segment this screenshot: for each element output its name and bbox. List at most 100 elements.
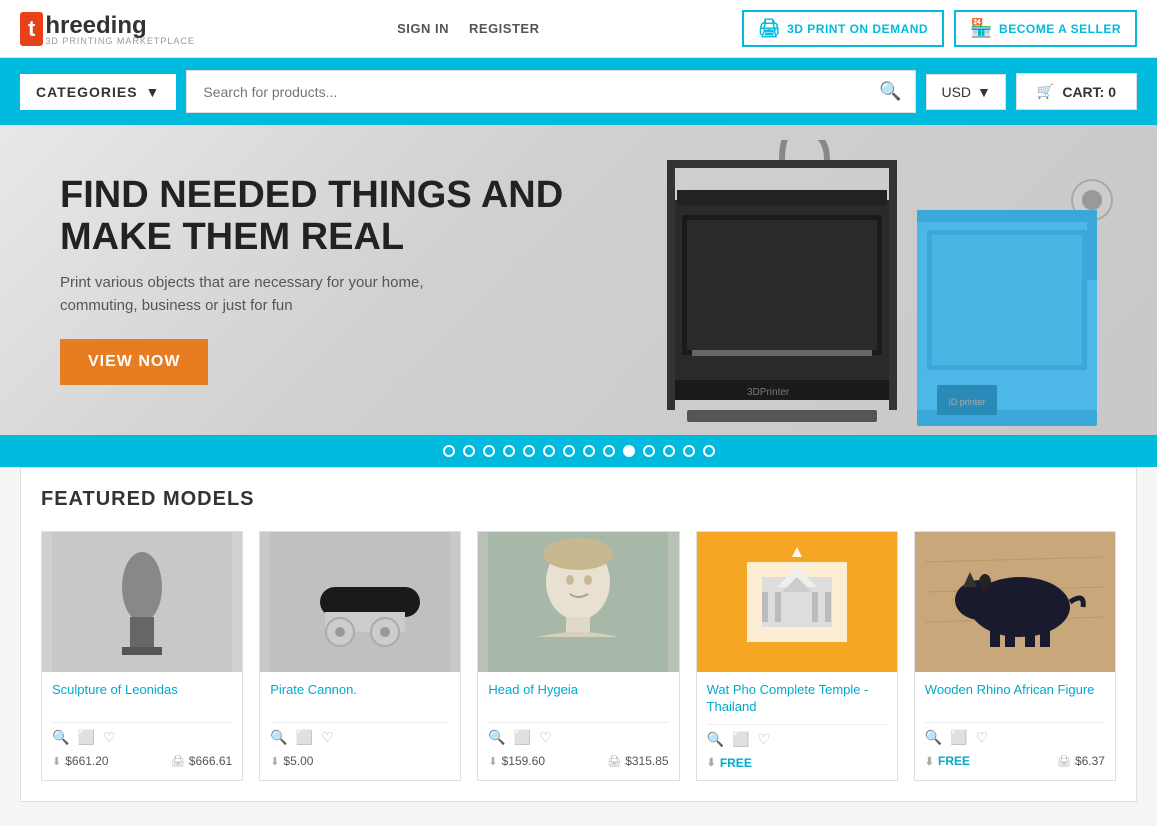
cart-button[interactable]: 🛒 CART: 0 [1016, 73, 1137, 110]
carousel-dot-6[interactable] [563, 445, 575, 457]
carousel-dot-10[interactable] [643, 445, 655, 457]
model-card-hygeia: Head of Hygeia 🔍 ⬜ ♡ ⬇ $159.60 🖨 $315.85 [477, 531, 679, 781]
search-button[interactable]: 🔍 [865, 71, 915, 112]
view-icon-rhino[interactable]: ⬜ [950, 729, 967, 746]
top-nav: SIGN IN REGISTER [397, 21, 539, 36]
model-actions-rhino: 🔍 ⬜ ♡ [925, 722, 1105, 746]
view-icon-cannon[interactable]: ⬜ [296, 729, 313, 746]
printers-illustration: 3DPrinter iD printer [637, 140, 1137, 430]
search-icon: 🔍 [879, 81, 901, 101]
cart-label: CART: 0 [1062, 84, 1116, 100]
print-price-value-leonidas: $666.61 [189, 754, 232, 768]
search-input[interactable] [187, 71, 865, 112]
model-name-hygeia: Head of Hygeia [488, 682, 668, 714]
download-price-leonidas: ⬇ $661.20 [52, 754, 109, 768]
featured-section: FEATURED MODELS Sculpture of Leonidas 🔍 … [20, 467, 1137, 802]
model-name-temple: Wat Pho Complete Temple - Thailand [707, 682, 887, 716]
like-icon-leonidas[interactable]: ♡ [103, 729, 116, 746]
model-prices-temple: ⬇ FREE [707, 756, 887, 770]
model-name-leonidas: Sculpture of Leonidas [52, 682, 232, 714]
carousel-dot-11[interactable] [663, 445, 675, 457]
view-icon-leonidas[interactable]: ⬜ [77, 729, 94, 746]
become-seller-button[interactable]: 🏪 BECOME A SELLER [954, 10, 1137, 47]
like-icon-cannon[interactable]: ♡ [321, 729, 334, 746]
model-info-hygeia: Head of Hygeia 🔍 ⬜ ♡ ⬇ $159.60 🖨 $315.85 [478, 672, 678, 778]
download-price-value-hygeia: $159.60 [502, 754, 545, 768]
model-image-hygeia [478, 532, 678, 672]
carousel-dot-5[interactable] [543, 445, 555, 457]
carousel-dot-1[interactable] [463, 445, 475, 457]
view-now-button[interactable]: VIEW NOW [60, 339, 208, 385]
download-icon-leonidas: ⬇ [52, 755, 61, 768]
download-price-cannon: ⬇ $5.00 [270, 754, 313, 768]
model-prices-hygeia: ⬇ $159.60 🖨 $315.85 [488, 754, 668, 768]
carousel-dot-2[interactable] [483, 445, 495, 457]
top-actions: 🖨 3D PRINT ON DEMAND 🏪 BECOME A SELLER [742, 10, 1137, 47]
carousel-dot-12[interactable] [683, 445, 695, 457]
hero-subtitle: Print various objects that are necessary… [60, 272, 440, 317]
like-icon-rhino[interactable]: ♡ [976, 729, 989, 746]
view-icon-temple[interactable]: ⬜ [732, 731, 749, 748]
zoom-icon-temple[interactable]: 🔍 [707, 731, 724, 748]
carousel-dot-3[interactable] [503, 445, 515, 457]
chevron-down-icon: ▼ [146, 84, 161, 100]
register-link[interactable]: REGISTER [469, 21, 539, 36]
download-icon-rhino: ⬇ [925, 755, 934, 768]
zoom-icon-rhino[interactable]: 🔍 [925, 729, 942, 746]
carousel-dot-7[interactable] [583, 445, 595, 457]
zoom-icon-cannon[interactable]: 🔍 [270, 729, 287, 746]
download-price-value-temple: FREE [720, 756, 752, 770]
zoom-icon-leonidas[interactable]: 🔍 [52, 729, 69, 746]
like-icon-temple[interactable]: ♡ [757, 731, 770, 748]
view-icon-hygeia[interactable]: ⬜ [514, 729, 531, 746]
model-actions-leonidas: 🔍 ⬜ ♡ [52, 722, 232, 746]
svg-text:3DPrinter: 3DPrinter [747, 387, 790, 398]
model-name-rhino: Wooden Rhino African Figure [925, 682, 1105, 714]
download-icon-cannon: ⬇ [270, 755, 279, 768]
currency-selector[interactable]: USD ▼ [926, 74, 1005, 110]
print-icon-hygeia: 🖨 [607, 755, 621, 768]
model-image-temple [697, 532, 897, 672]
download-price-rhino: ⬇ FREE [925, 754, 970, 768]
logo-icon: t [20, 12, 43, 46]
model-image-leonidas [42, 532, 242, 672]
categories-label: CATEGORIES [36, 84, 138, 100]
model-actions-hygeia: 🔍 ⬜ ♡ [488, 722, 668, 746]
carousel-dot-0[interactable] [443, 445, 455, 457]
hero-visual: 3DPrinter iD printer [637, 140, 1137, 435]
top-header: t hreeding 3D PRINTING MARKETPLACE SIGN … [0, 0, 1157, 58]
print-price-rhino: 🖨 $6.37 [1057, 754, 1105, 768]
print-price-value-hygeia: $315.85 [625, 754, 668, 768]
svg-text:iD printer: iD printer [949, 397, 986, 407]
print-price-value-rhino: $6.37 [1075, 754, 1105, 768]
model-card-temple: Wat Pho Complete Temple - Thailand 🔍 ⬜ ♡… [696, 531, 898, 781]
model-info-temple: Wat Pho Complete Temple - Thailand 🔍 ⬜ ♡… [697, 672, 897, 780]
zoom-icon-hygeia[interactable]: 🔍 [488, 729, 505, 746]
model-image-rhino [915, 532, 1115, 672]
carousel-dots [0, 435, 1157, 467]
carousel-dot-8[interactable] [603, 445, 615, 457]
print-demand-button[interactable]: 🖨 3D PRINT ON DEMAND [742, 10, 944, 47]
carousel-dot-13[interactable] [703, 445, 715, 457]
like-icon-hygeia[interactable]: ♡ [539, 729, 552, 746]
download-price-value-cannon: $5.00 [283, 754, 313, 768]
print-icon-rhino: 🖨 [1057, 755, 1071, 768]
seller-icon: 🏪 [970, 18, 993, 39]
become-seller-label: BECOME A SELLER [999, 22, 1121, 36]
model-image-cannon [260, 532, 460, 672]
hero-content: FIND NEEDED THINGS AND MAKE THEM REAL Pr… [0, 145, 640, 416]
model-prices-leonidas: ⬇ $661.20 🖨 $666.61 [52, 754, 232, 768]
printer-icon: 🖨 [758, 18, 781, 39]
print-icon-leonidas: 🖨 [171, 755, 185, 768]
carousel-dot-4[interactable] [523, 445, 535, 457]
print-price-leonidas: 🖨 $666.61 [171, 754, 232, 768]
download-price-hygeia: ⬇ $159.60 [488, 754, 545, 768]
logo: t hreeding 3D PRINTING MARKETPLACE [20, 12, 195, 46]
print-demand-label: 3D PRINT ON DEMAND [787, 22, 928, 36]
print-price-hygeia: 🖨 $315.85 [607, 754, 668, 768]
download-icon-hygeia: ⬇ [488, 755, 497, 768]
carousel-dot-9[interactable] [623, 445, 635, 457]
categories-button[interactable]: CATEGORIES ▼ [20, 74, 176, 110]
model-info-leonidas: Sculpture of Leonidas 🔍 ⬜ ♡ ⬇ $661.20 🖨 … [42, 672, 242, 778]
signin-link[interactable]: SIGN IN [397, 21, 449, 36]
